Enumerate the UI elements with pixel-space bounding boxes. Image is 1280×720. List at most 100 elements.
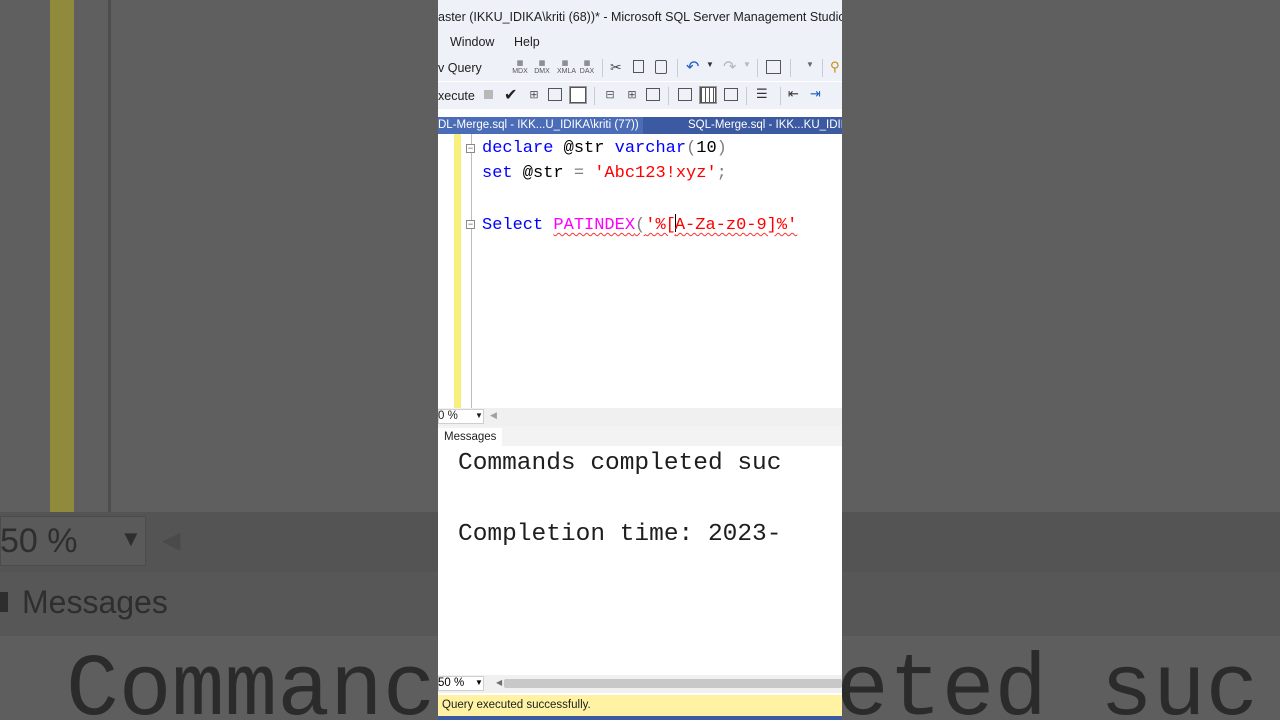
horizontal-scrollbar[interactable] (504, 679, 842, 688)
paste-icon[interactable] (655, 60, 667, 74)
query-editor[interactable]: − − declare @str varchar(10) set @str = … (438, 134, 842, 408)
window-bottom-edge (438, 716, 842, 720)
message-line-1: Commands completed suc (458, 450, 782, 477)
menu-bar: Window Help (438, 32, 842, 54)
bg-gutter-line (108, 0, 111, 512)
include-plan-icon[interactable]: ⊟ (602, 88, 618, 104)
results-to-text-icon[interactable] (678, 88, 692, 101)
results-zoom-value: 50 % (438, 677, 465, 689)
messages-pane: Commands completed suc Completion time: … (438, 446, 842, 674)
results-zoom-bar: 50 % ▼ ◀ (438, 675, 842, 693)
results-grid-icon[interactable] (699, 86, 717, 104)
undo-icon[interactable]: ↶ (686, 57, 702, 76)
new-query-button[interactable]: v Query (438, 61, 482, 75)
title-bar: aster (IKKU_IDIKA\kriti (68))* - Microso… (438, 0, 842, 32)
keyword: declare (482, 139, 554, 158)
bg-editor-area-right (842, 0, 1280, 512)
execute-button[interactable]: xecute (438, 89, 475, 103)
toolbar-separator (757, 59, 758, 77)
toolbar-separator (822, 59, 823, 77)
string-literal: A-Za-z0-9]%' (674, 216, 798, 235)
bg-messages-tab: Messages (22, 584, 168, 620)
function-name: PATINDEX (553, 216, 636, 235)
variable: @str (512, 164, 574, 183)
tab-dl-merge[interactable]: DL-Merge.sql - IKK...U_IDIKA\kriti (77)) (438, 117, 643, 134)
client-stats-icon[interactable] (646, 88, 660, 101)
scroll-left-icon[interactable]: ◀ (496, 678, 502, 687)
xmla-query-icon[interactable]: ▦ XMLA (557, 60, 576, 76)
chevron-down-icon[interactable]: ▼ (475, 411, 483, 420)
string-literal: '%[ (645, 216, 676, 235)
search-icon[interactable]: ⚲ (830, 59, 842, 75)
change-tracking-margin (454, 134, 461, 408)
stop-icon[interactable] (484, 90, 493, 99)
dmx-query-icon[interactable]: ▦ DMX (534, 60, 550, 76)
status-text: Query executed successfully. (442, 699, 591, 711)
variable: @str (553, 139, 615, 158)
paren: ( (686, 139, 697, 158)
object-explorer-icon[interactable] (766, 60, 781, 74)
bg-zoom-text: 50 % (0, 522, 78, 560)
bg-scroll-left-icon: ◀ (162, 527, 181, 554)
solution-config-dropdown-icon[interactable]: ▼ (806, 60, 822, 76)
status-bar: Query executed successfully. (438, 695, 842, 716)
toolbar-separator (594, 87, 595, 105)
results-to-grid-icon[interactable] (569, 86, 587, 104)
bg-change-margin (50, 0, 74, 512)
tab-sql-merge[interactable]: SQL-Merge.sql - IKK...KU_IDIK (688, 117, 842, 134)
editor-zoom-value: 0 % (438, 410, 458, 422)
bg-chevron-down-icon: ▼ (120, 526, 142, 551)
background-left: 50 % ▼ ◀ Messages Commanc (0, 0, 438, 720)
toolbar-separator (780, 87, 781, 105)
bg-big-text-right: eted suc (842, 642, 1259, 720)
dax-query-icon[interactable]: ▦ DAX (579, 60, 595, 76)
increase-indent-icon[interactable]: ⇥ (810, 86, 826, 102)
copy-icon[interactable] (633, 60, 644, 73)
code-line-1[interactable]: declare @str varchar(10) (482, 139, 727, 158)
operator: = (573, 164, 585, 183)
live-stats-icon[interactable]: ⊞ (624, 88, 640, 104)
code-line-3[interactable]: Select PATINDEX('%[A-Za-z0-9]%' (482, 214, 797, 235)
chevron-down-icon[interactable]: ▼ (475, 678, 483, 687)
decrease-indent-icon[interactable]: ⇤ (788, 86, 804, 102)
paren: ) (716, 139, 727, 158)
standard-toolbar: v Query ▦ MDX ▦ DMX ▦ XMLA ▦ DAX ✂ ↶ ▼ ↷ ▼ ▼… (438, 54, 842, 81)
number: 10 (696, 139, 717, 158)
sql-editor-toolbar: xecute ✔ ⊞ ⊟ ⊞ ☰ ⇤ ⇥ (438, 82, 842, 109)
toolbar-separator (746, 87, 747, 105)
message-line-2: Completion time: 2023- (458, 521, 782, 548)
gutter-line (471, 134, 472, 408)
results-to-file-icon[interactable] (724, 88, 738, 101)
comment-icon[interactable]: ☰ (756, 86, 772, 102)
document-tab-bar: DL-Merge.sql - IKK...U_IDIKA\kriti (77))… (438, 117, 842, 134)
ssms-window: aster (IKKU_IDIKA\kriti (68))* - Microso… (438, 0, 842, 720)
bg-messages-icon (0, 592, 8, 612)
collapse-icon[interactable]: − (466, 220, 475, 229)
tab-messages[interactable]: Messages (438, 428, 503, 446)
toolbar-separator (668, 87, 669, 105)
mdx-query-icon[interactable]: ▦ MDX (512, 60, 528, 76)
keyword: set (482, 164, 513, 183)
menu-help[interactable]: Help (514, 35, 540, 49)
cut-icon[interactable]: ✂ (610, 59, 626, 75)
background-right: eted suc (842, 0, 1280, 720)
bg-tab-row-right (842, 572, 1280, 636)
semicolon: ; (716, 164, 727, 183)
paren: ( (635, 216, 646, 235)
toolbar-separator (790, 59, 791, 77)
bg-big-text-left: Commanc (66, 642, 436, 720)
collapse-icon[interactable]: − (466, 144, 475, 153)
bg-zoom-bar-right (842, 512, 1280, 572)
menu-window[interactable]: Window (450, 35, 494, 49)
code-line-2[interactable]: set @str = 'Abc123!xyz'; (482, 164, 727, 183)
undo-dropdown-icon[interactable]: ▼ (706, 60, 722, 76)
redo-icon[interactable]: ↷ (723, 57, 739, 76)
scroll-left-icon[interactable]: ◀ (490, 410, 497, 421)
toolbar-separator (602, 59, 603, 77)
toolbar-separator (677, 59, 678, 77)
keyword: varchar (614, 139, 687, 158)
parse-check-icon[interactable]: ✔ (504, 85, 520, 104)
estimated-plan-icon[interactable]: ⊞ (526, 88, 542, 104)
query-designer-icon[interactable] (548, 88, 562, 101)
string-literal: 'Abc123!xyz' (584, 164, 717, 183)
